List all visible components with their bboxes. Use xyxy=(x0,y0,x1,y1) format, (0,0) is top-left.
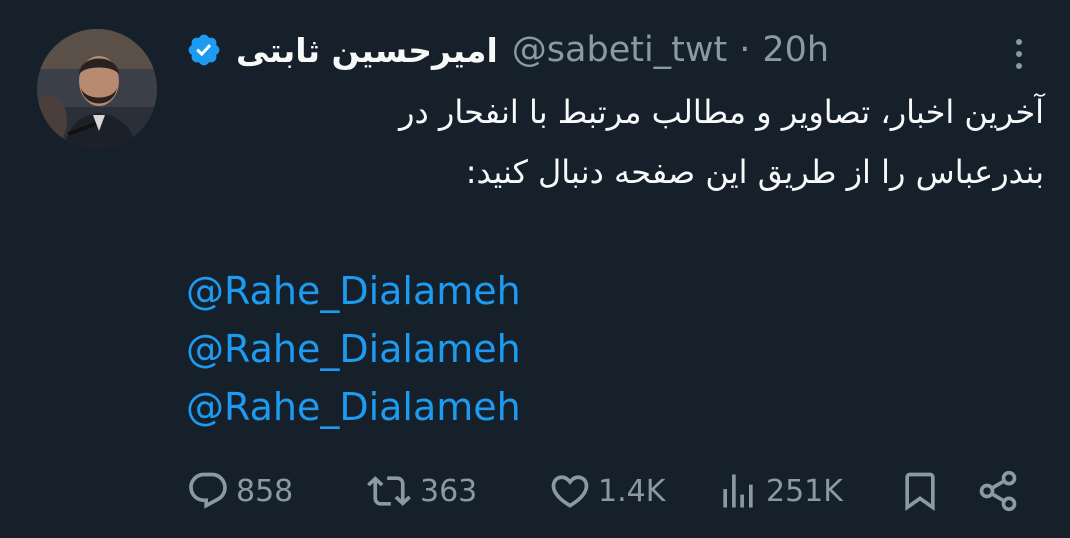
heart-icon xyxy=(551,475,589,508)
mention-link[interactable]: @Rahe_Dialameh xyxy=(186,378,521,436)
bookmark-button[interactable] xyxy=(898,466,942,516)
like-button[interactable]: 1.4K xyxy=(548,466,665,516)
views-button[interactable]: 251K xyxy=(716,466,843,516)
separator-dot: · xyxy=(739,30,751,70)
reply-count: 858 xyxy=(236,473,294,509)
share-button[interactable] xyxy=(976,466,1020,516)
display-name[interactable]: امیرحسین ثابتی xyxy=(236,31,498,70)
views-chart-icon xyxy=(723,474,753,508)
tweet: امیرحسین ثابتی @sabeti_twt · 20h آخرین ا… xyxy=(0,0,1070,538)
reply-icon xyxy=(189,472,227,509)
views-count: 251K xyxy=(766,473,843,509)
tweet-text-line: بندرعباس را از طریق این صفحه دنبال کنید: xyxy=(465,153,1044,191)
tweet-text-line: آخرین اخبار، تصاویر و مطالب مرتبط با انف… xyxy=(399,93,1044,131)
verified-badge-icon xyxy=(186,32,222,68)
tweet-header: امیرحسین ثابتی @sabeti_twt · 20h xyxy=(186,22,829,78)
reply-button[interactable]: 858 xyxy=(186,466,293,516)
mention-link[interactable]: @Rahe_Dialameh xyxy=(186,262,521,320)
action-bar: 858 363 1.4K 251K xyxy=(186,466,1046,516)
retweet-count: 363 xyxy=(420,473,478,509)
bookmark-icon xyxy=(905,472,935,512)
tweet-text: آخرین اخبار، تصاویر و مطالب مرتبط با انف… xyxy=(186,82,1044,202)
retweet-button[interactable]: 363 xyxy=(364,466,477,516)
avatar[interactable] xyxy=(37,29,157,149)
more-options-icon[interactable] xyxy=(1004,32,1034,76)
user-handle[interactable]: @sabeti_twt xyxy=(512,30,727,70)
like-count: 1.4K xyxy=(598,473,666,509)
mentions-list: @Rahe_Dialameh @Rahe_Dialameh @Rahe_Dial… xyxy=(186,262,521,436)
avatar-image xyxy=(37,29,157,149)
mention-link[interactable]: @Rahe_Dialameh xyxy=(186,320,521,378)
timestamp[interactable]: 20h xyxy=(762,30,829,70)
retweet-icon xyxy=(367,476,411,506)
share-icon xyxy=(979,470,1017,512)
